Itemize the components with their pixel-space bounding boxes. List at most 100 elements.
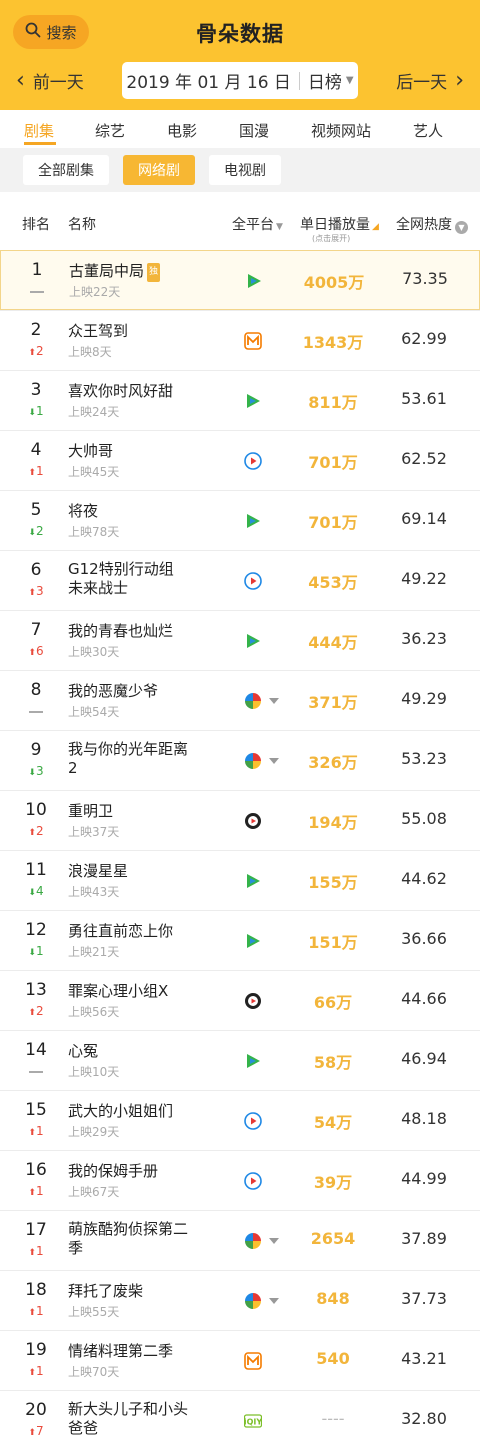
multi-platform-icon[interactable] <box>244 692 262 710</box>
no-change-icon <box>30 290 44 293</box>
table-row[interactable]: 11 ⬇4 浪漫星星 上映43天 155万 44.62 <box>0 850 480 910</box>
table-row[interactable]: 16 ⬆1 我的保姆手册 上映67天 39万 44.99 <box>0 1150 480 1210</box>
series-name[interactable]: 武大的小姐姐们 <box>68 1102 208 1121</box>
table-row[interactable]: 12 ⬇1 勇往直前恋上你 上映21天 151万 36.66 <box>0 910 480 970</box>
table-row[interactable]: 6 ⬆3 G12特别行动组 未来战士 453万 49.22 <box>0 550 480 610</box>
date-selector[interactable]: 2019 年 01 月 16 日 日榜 ▼ <box>122 62 358 99</box>
table-row[interactable]: 4 ⬆1 大帅哥 上映45天 701万 62.52 <box>0 430 480 490</box>
rank-change: ⬇3 <box>20 764 52 778</box>
ranking-list: 1 古董局中局独上映22天 4005万 73.35 2 ⬆2 众王驾到 上映8天 1343万 62… <box>0 250 480 1450</box>
series-name[interactable]: 我与你的光年距离 2 <box>68 740 208 778</box>
series-name[interactable]: 心冤 <box>68 1042 208 1061</box>
prev-day-button[interactable]: ‹ 前一天 <box>16 68 84 93</box>
daily-plays[interactable]: 701万 <box>298 449 368 473</box>
daily-plays[interactable]: 58万 <box>298 1049 368 1073</box>
series-name[interactable]: 众王驾到 <box>68 322 208 341</box>
series-name[interactable]: 拜托了废柴 <box>68 1282 208 1301</box>
heat-index: 44.62 <box>401 869 447 888</box>
series-name[interactable]: 大帅哥 <box>68 442 208 461</box>
daily-plays[interactable]: ---- <box>298 1409 368 1428</box>
series-name[interactable]: 勇往直前恋上你 <box>68 922 208 941</box>
daily-plays[interactable]: 4005万 <box>299 269 369 293</box>
filter-all-series[interactable]: 全部剧集 <box>23 155 109 185</box>
rank-change: ⬆7 <box>20 1424 52 1438</box>
heat-index: 32.80 <box>401 1409 447 1428</box>
chevron-down-icon: ▼ <box>345 75 354 86</box>
series-name[interactable]: 情绪料理第二季 <box>68 1342 208 1361</box>
table-row[interactable]: 13 ⬆2 罪案心理小组X 上映56天 66万 44.66 <box>0 970 480 1030</box>
series-name[interactable]: 我的恶魔少爷 <box>68 682 208 701</box>
col-plays[interactable]: 单日播放量 ◢ <box>300 214 379 234</box>
series-name[interactable]: 罪案心理小组X <box>68 982 208 1001</box>
heat-index: 62.99 <box>401 329 447 348</box>
daily-plays[interactable]: 848 <box>298 1289 368 1308</box>
daily-plays[interactable]: 326万 <box>298 749 368 773</box>
tab-artists[interactable]: 艺人 <box>413 120 443 141</box>
divider <box>298 71 300 90</box>
table-row[interactable]: 3 ⬇1 喜欢你时风好甜 上映24天 811万 53.61 <box>0 370 480 430</box>
series-name[interactable]: 新大头儿子和小头 爸爸 <box>68 1400 208 1438</box>
table-row[interactable]: 9 ⬇3 我与你的光年距离 2 326万 53.23 <box>0 730 480 790</box>
series-name[interactable]: 古董局中局独 <box>69 262 209 282</box>
youku-icon <box>244 1112 262 1130</box>
daily-plays[interactable]: 1343万 <box>298 329 368 353</box>
table-row[interactable]: 10 ⬆2 重明卫 上映37天 194万 55.08 <box>0 790 480 850</box>
daily-plays[interactable]: 54万 <box>298 1109 368 1133</box>
daily-plays[interactable]: 444万 <box>298 629 368 653</box>
series-name[interactable]: 浪漫星星 <box>68 862 208 881</box>
multi-platform-icon[interactable] <box>244 1232 262 1250</box>
heat-index: 43.21 <box>401 1349 447 1368</box>
series-name[interactable]: 将夜 <box>68 502 208 521</box>
table-row[interactable]: 15 ⬆1 武大的小姐姐们 上映29天 54万 48.18 <box>0 1090 480 1150</box>
daily-plays[interactable]: 39万 <box>298 1169 368 1193</box>
daily-plays[interactable]: 155万 <box>298 869 368 893</box>
table-row[interactable]: 20 ⬆7 新大头儿子和小头 爸爸 iQIY ---- 32.80 <box>0 1390 480 1450</box>
multi-platform-icon[interactable] <box>244 752 262 770</box>
chevron-down-icon[interactable] <box>269 758 279 764</box>
tab-series[interactable]: 剧集 <box>24 120 54 141</box>
daily-plays[interactable]: 2654 <box>298 1229 368 1248</box>
table-row[interactable]: 14 心冤 上映10天 58万 46.94 <box>0 1030 480 1090</box>
chevron-down-icon[interactable] <box>269 1238 279 1244</box>
table-row[interactable]: 2 ⬆2 众王驾到 上映8天 1343万 62.99 <box>0 310 480 370</box>
daily-plays[interactable]: 540 <box>298 1349 368 1368</box>
col-platform[interactable]: 全平台 ▼ <box>232 214 283 234</box>
filter-web-series[interactable]: 网络剧 <box>123 155 195 185</box>
next-day-button[interactable]: 后一天 › <box>396 68 464 93</box>
table-row[interactable]: 8 我的恶魔少爷 上映54天 371万 49.29 <box>0 670 480 730</box>
tab-variety[interactable]: 综艺 <box>95 120 125 141</box>
days-on-air: 上映30天 <box>68 645 120 659</box>
table-row[interactable]: 5 ⬇2 将夜 上映78天 701万 69.14 <box>0 490 480 550</box>
tab-anime[interactable]: 国漫 <box>239 120 269 141</box>
chevron-down-icon[interactable] <box>269 698 279 704</box>
table-row[interactable]: 19 ⬆1 情绪料理第二季 上映70天 540 43.21 <box>0 1330 480 1390</box>
col-heat[interactable]: 全网热度 ▼ <box>396 214 468 234</box>
table-row[interactable]: 17 ⬆1 萌族酷狗侦探第二季 2654 37.89 <box>0 1210 480 1270</box>
daily-plays[interactable]: 151万 <box>298 929 368 953</box>
series-name[interactable]: 我的青春也灿烂 <box>68 622 208 641</box>
tab-video-sites[interactable]: 视频网站 <box>311 120 371 141</box>
rank-number: 20 <box>25 1400 47 1420</box>
series-name[interactable]: 重明卫 <box>68 802 208 821</box>
rank-change-value: 1 <box>35 1244 44 1258</box>
series-name[interactable]: 萌族酷狗侦探第二季 <box>68 1220 208 1258</box>
rank-number: 4 <box>30 440 42 460</box>
series-name[interactable]: G12特别行动组 未来战士 <box>68 560 208 598</box>
filter-tv-series[interactable]: 电视剧 <box>209 155 281 185</box>
tab-movie[interactable]: 电影 <box>167 120 197 141</box>
table-row[interactable]: 18 ⬆1 拜托了废柴 上映55天 848 37.73 <box>0 1270 480 1330</box>
table-row[interactable]: 1 古董局中局独上映22天 4005万 73.35 <box>0 250 480 310</box>
daily-plays[interactable]: 194万 <box>298 809 368 833</box>
daily-plays[interactable]: 453万 <box>298 569 368 593</box>
series-name[interactable]: 喜欢你时风好甜 <box>68 382 208 401</box>
daily-plays[interactable]: 701万 <box>298 509 368 533</box>
series-name[interactable]: 我的保姆手册 <box>68 1162 208 1181</box>
category-tabs: 剧集 综艺 电影 国漫 视频网站 艺人 <box>0 110 480 148</box>
daily-plays[interactable]: 66万 <box>298 989 368 1013</box>
chevron-down-icon[interactable] <box>269 1298 279 1304</box>
daily-plays[interactable]: 811万 <box>298 389 368 413</box>
daily-plays[interactable]: 371万 <box>298 689 368 713</box>
multi-platform-icon[interactable] <box>244 1292 262 1310</box>
heat-index: 36.23 <box>401 629 447 648</box>
table-row[interactable]: 7 ⬆6 我的青春也灿烂 上映30天 444万 36.23 <box>0 610 480 670</box>
